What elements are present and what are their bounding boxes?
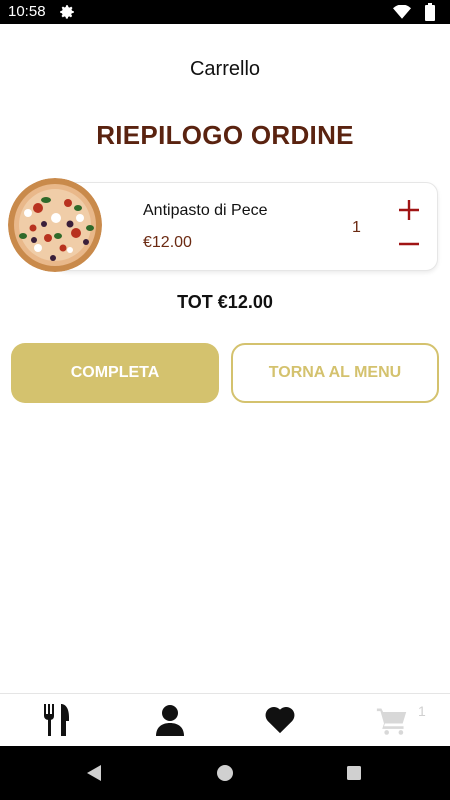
order-summary-title: RIEPILOGO ORDINE	[96, 120, 354, 150]
complete-button[interactable]: COMPLETA	[11, 343, 219, 403]
gear-icon	[60, 5, 74, 19]
recent-apps-icon[interactable]	[346, 765, 362, 781]
cart-item-quantity: 1	[352, 219, 361, 236]
page-title: Carrello	[189, 58, 261, 80]
status-time: 10:58	[8, 3, 46, 20]
pizza-image	[8, 178, 102, 272]
cart-badge: 1	[418, 703, 426, 719]
heart-icon[interactable]	[264, 703, 296, 737]
minus-icon[interactable]	[397, 232, 421, 256]
cart-item-price: €12.00	[143, 234, 192, 251]
back-to-menu-button[interactable]: TORNA AL MENU	[231, 343, 439, 403]
cart-item-card	[55, 182, 438, 271]
home-icon[interactable]	[216, 764, 234, 782]
wifi-icon	[393, 5, 411, 19]
cart-icon[interactable]	[376, 703, 408, 737]
status-bar: 10:58	[0, 0, 450, 24]
battery-icon	[425, 3, 435, 21]
user-icon[interactable]	[154, 703, 186, 737]
plus-icon[interactable]	[397, 198, 421, 222]
order-total: TOT €12.00	[177, 292, 273, 312]
cart-item-name: Antipasto di Pece	[143, 202, 268, 219]
back-icon[interactable]	[84, 763, 104, 783]
cutlery-icon[interactable]	[41, 703, 73, 737]
